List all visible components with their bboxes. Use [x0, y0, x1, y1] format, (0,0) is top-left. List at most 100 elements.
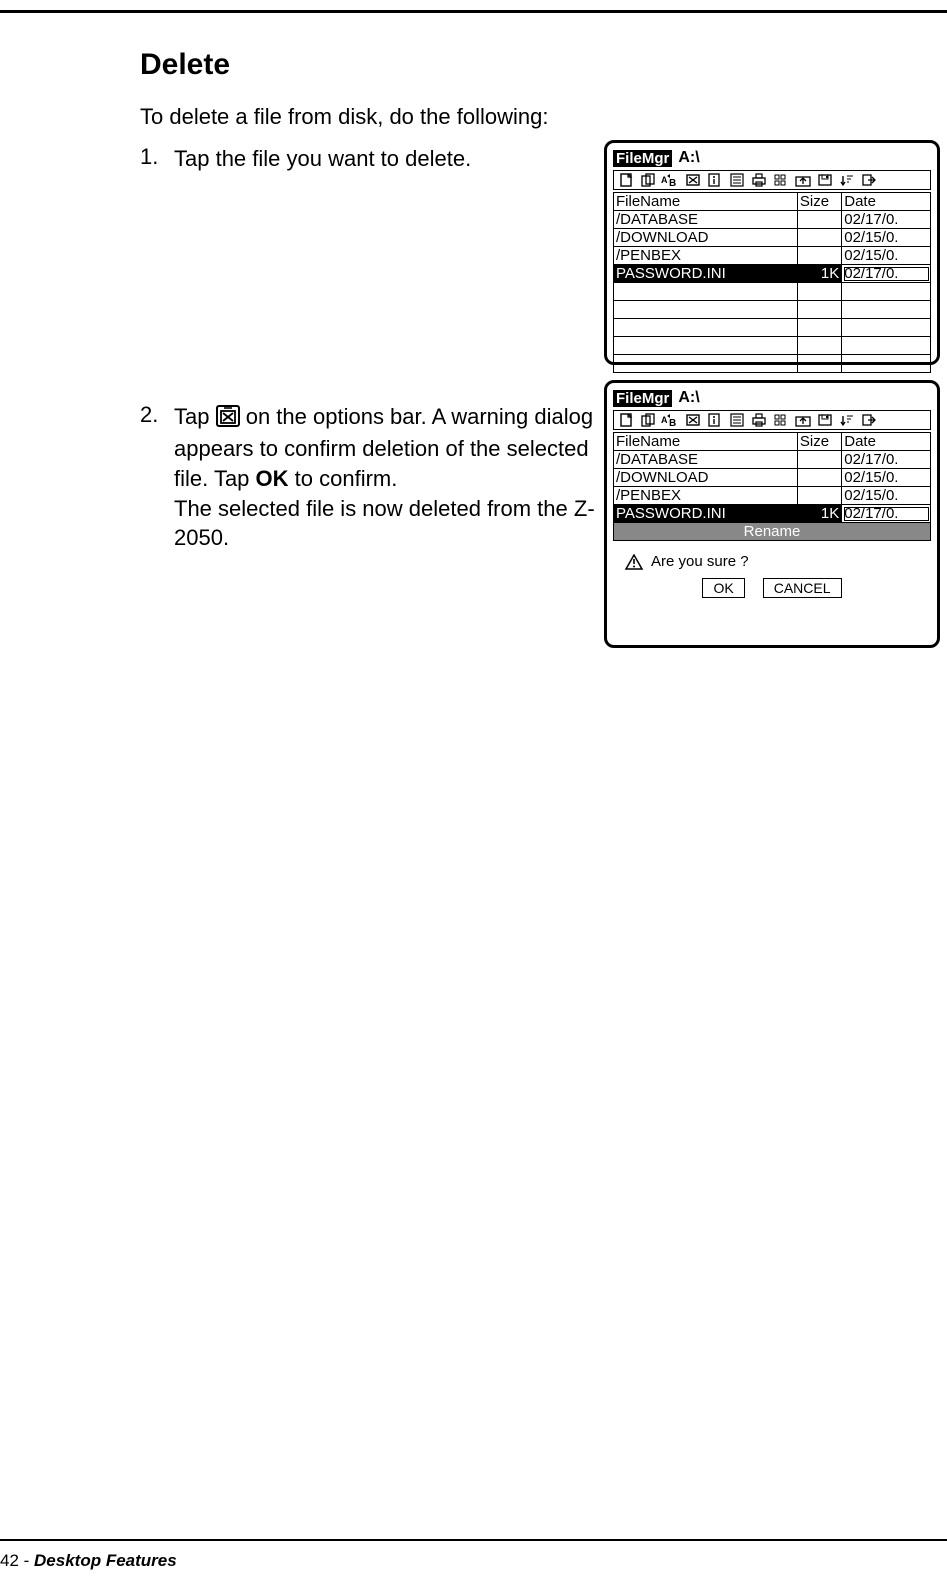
table-row[interactable]: /PENBEX 02/15/0.	[614, 247, 931, 265]
svg-text:A: A	[661, 175, 668, 185]
table-row-empty	[614, 283, 931, 301]
disk-icon[interactable]	[814, 172, 836, 188]
ab-icon[interactable]: AB	[660, 412, 682, 428]
table-row-empty	[614, 337, 931, 355]
list-icon[interactable]	[726, 412, 748, 428]
delete-icon	[216, 405, 240, 435]
warning-icon	[625, 554, 643, 570]
text-after-bold: to confirm.	[289, 466, 398, 491]
cell-filename[interactable]: /DATABASE	[614, 451, 798, 469]
step-number: 1.	[140, 144, 174, 170]
cell-date[interactable]: 02/15/0.	[842, 469, 931, 487]
path-label: A:\	[678, 149, 699, 167]
svg-text:B: B	[669, 418, 676, 427]
bottom-rule	[0, 1539, 947, 1541]
cell-size[interactable]	[797, 487, 841, 505]
cell-size[interactable]	[797, 451, 841, 469]
footer-section: Desktop Features	[34, 1551, 177, 1570]
col-size[interactable]: Size	[797, 193, 841, 211]
cell-date[interactable]: 02/17/0.	[842, 265, 931, 283]
table-row[interactable]: /DATABASE 02/17/0.	[614, 211, 931, 229]
exit-icon[interactable]	[858, 172, 880, 188]
file-table: FileName Size Date /DATABASE02/17/0./DOW…	[613, 432, 931, 523]
cell-filename[interactable]: /PENBEX	[614, 247, 798, 265]
toolbar: AB	[613, 410, 931, 430]
col-date[interactable]: Date	[842, 193, 931, 211]
print-icon[interactable]	[748, 412, 770, 428]
new-file-icon[interactable]	[616, 412, 638, 428]
page-footer: 42 - Desktop Features	[0, 1551, 177, 1571]
sort-icon[interactable]	[836, 412, 858, 428]
print-icon[interactable]	[748, 172, 770, 188]
cell-filename[interactable]: /PENBEX	[614, 487, 798, 505]
table-row-empty	[614, 319, 931, 337]
table-row[interactable]: /PENBEX 02/15/0.	[614, 487, 931, 505]
cell-filename[interactable]: /DATABASE	[614, 211, 798, 229]
table-row[interactable]: PASSWORD.INI1K02/17/0.	[614, 265, 931, 283]
text-before-icon: Tap	[174, 404, 216, 429]
table-row[interactable]: /DOWNLOAD 02/15/0.	[614, 469, 931, 487]
copy-icon[interactable]	[638, 172, 660, 188]
cell-size[interactable]	[797, 211, 841, 229]
confirm-dialog: Are you sure ? OK CANCEL	[613, 549, 931, 604]
dialog-message: Are you sure ?	[651, 553, 749, 570]
cell-size[interactable]	[797, 229, 841, 247]
step-text: Tap the file you want to delete.	[174, 146, 471, 171]
cell-date[interactable]: 02/15/0.	[842, 487, 931, 505]
cell-date[interactable]: 02/15/0.	[842, 247, 931, 265]
step-2: 2. Tap on the options bar. A warning dia…	[140, 402, 600, 553]
col-size[interactable]: Size	[797, 433, 841, 451]
app-name: FileMgr	[613, 390, 672, 407]
footer-sep: -	[19, 1551, 34, 1570]
grid-icon[interactable]	[770, 412, 792, 428]
sort-icon[interactable]	[836, 172, 858, 188]
file-table: FileName Size Date /DATABASE02/17/0./DOW…	[613, 192, 931, 373]
grid-icon[interactable]	[770, 172, 792, 188]
cell-date[interactable]: 02/15/0.	[842, 229, 931, 247]
intro-text: To delete a file from disk, do the follo…	[140, 104, 910, 130]
table-row[interactable]: /DOWNLOAD 02/15/0.	[614, 229, 931, 247]
page-number: 42	[0, 1551, 19, 1570]
col-filename[interactable]: FileName	[614, 433, 798, 451]
cell-filename[interactable]: /DOWNLOAD	[614, 469, 798, 487]
svg-text:A: A	[661, 415, 668, 425]
cell-size[interactable]	[797, 469, 841, 487]
delete-icon[interactable]	[682, 412, 704, 428]
step-body: Tap on the options bar. A warning dialog…	[174, 402, 600, 553]
cell-filename[interactable]: PASSWORD.INI	[614, 505, 798, 523]
copy-icon[interactable]	[638, 412, 660, 428]
screenshot-filemgr-confirm: FileMgr A:\ AB FileName Size Date /DATAB…	[604, 380, 940, 648]
table-row[interactable]: /DATABASE 02/17/0.	[614, 451, 931, 469]
cell-date[interactable]: 02/17/0.	[842, 451, 931, 469]
cell-size[interactable]	[797, 247, 841, 265]
col-date[interactable]: Date	[842, 433, 931, 451]
titlebar: FileMgr A:\	[613, 149, 931, 170]
table-row[interactable]: PASSWORD.INI1K02/17/0.	[614, 505, 931, 523]
properties-icon[interactable]	[704, 412, 726, 428]
step-number: 2.	[140, 402, 174, 428]
cell-filename[interactable]: PASSWORD.INI	[614, 265, 798, 283]
delete-icon[interactable]	[682, 172, 704, 188]
col-filename[interactable]: FileName	[614, 193, 798, 211]
disk-icon[interactable]	[814, 412, 836, 428]
section-heading: Delete	[140, 48, 910, 82]
step-line2: The selected file is now deleted from th…	[174, 496, 595, 551]
properties-icon[interactable]	[704, 172, 726, 188]
cancel-button[interactable]: CANCEL	[763, 578, 842, 598]
cell-date[interactable]: 02/17/0.	[842, 505, 931, 523]
cell-size[interactable]: 1K	[797, 265, 841, 283]
list-icon[interactable]	[726, 172, 748, 188]
ok-button[interactable]: OK	[702, 578, 744, 598]
toolbar: AB	[613, 170, 931, 190]
table-header: FileName Size Date	[614, 193, 931, 211]
new-file-icon[interactable]	[616, 172, 638, 188]
cell-date[interactable]: 02/17/0.	[842, 211, 931, 229]
path-label: A:\	[678, 389, 699, 407]
ok-bold: OK	[256, 466, 289, 491]
up-folder-icon[interactable]	[792, 412, 814, 428]
exit-icon[interactable]	[858, 412, 880, 428]
cell-size[interactable]: 1K	[797, 505, 841, 523]
ab-icon[interactable]: AB	[660, 172, 682, 188]
cell-filename[interactable]: /DOWNLOAD	[614, 229, 798, 247]
up-folder-icon[interactable]	[792, 172, 814, 188]
